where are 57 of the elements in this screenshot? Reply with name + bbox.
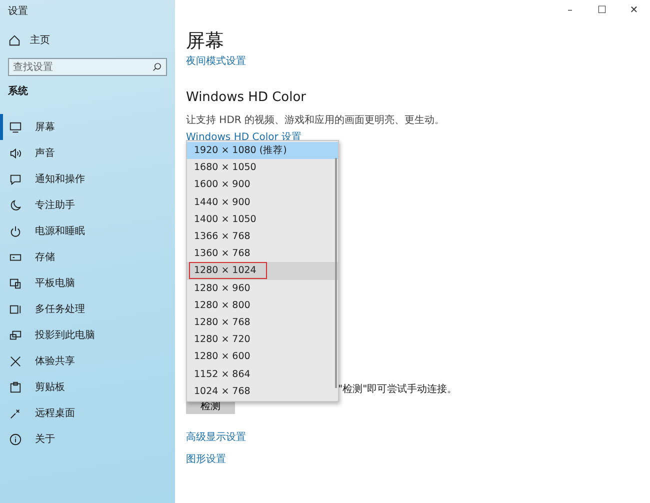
remote-icon	[9, 406, 22, 420]
sidebar-item[interactable]: 专注助手	[0, 192, 175, 218]
clipboard-icon	[9, 380, 22, 394]
power-icon	[9, 224, 22, 238]
sidebar-item[interactable]: 声音	[0, 140, 175, 166]
sidebar-item[interactable]: 存储	[0, 244, 175, 270]
close-button[interactable]: ✕	[618, 0, 650, 20]
cross-icon	[9, 354, 22, 368]
resolution-option[interactable]: 1440 × 900	[187, 194, 338, 211]
speaker-icon	[9, 146, 22, 160]
section-heading: 系统	[7, 84, 29, 99]
maximize-button[interactable]: ☐	[586, 0, 618, 20]
description-text: "检测"即可尝试手动连接。	[338, 384, 458, 395]
resolution-option[interactable]: 1280 × 960	[187, 280, 338, 297]
resolution-option[interactable]: 1280 × 720	[187, 331, 338, 348]
night-light-link[interactable]: 夜间模式设置	[186, 56, 246, 67]
message-icon	[9, 172, 22, 186]
sidebar-item[interactable]: 平板电脑	[0, 270, 175, 296]
resolution-option[interactable]: 1400 × 1050	[187, 210, 338, 228]
resolution-option[interactable]: 1280 × 800	[187, 296, 338, 314]
minimize-button[interactable]: –	[554, 0, 586, 20]
sidebar-item[interactable]: 电源和睡眠	[0, 218, 175, 244]
scrollbar[interactable]	[335, 158, 337, 388]
resolution-option[interactable]: 1600 × 900	[187, 176, 338, 194]
projector-icon	[9, 328, 22, 342]
sidebar-item[interactable]: 剪贴板	[0, 374, 175, 400]
sidebar-item[interactable]: 屏幕	[0, 114, 175, 140]
advanced-display-link[interactable]: 高级显示设置	[186, 432, 246, 443]
home-link[interactable]: 主页	[0, 30, 175, 50]
window-title: 设置	[7, 4, 29, 19]
sidebar-item[interactable]: 多任务处理	[0, 296, 175, 322]
resolution-option[interactable]: 1680 × 1050	[187, 159, 338, 176]
sidebar-item[interactable]: 关于	[0, 426, 175, 452]
search-icon	[152, 62, 162, 72]
description-text: 让支持 HDR 的视频、游戏和应用的画面更明亮、更生动。	[186, 115, 445, 126]
resolution-option[interactable]: 1024 × 768	[187, 382, 338, 400]
resolution-option[interactable]: 1280 × 1024	[187, 262, 338, 280]
sidebar-item[interactable]: 通知和操作	[0, 166, 175, 192]
info-icon	[9, 432, 22, 446]
home-icon	[8, 34, 21, 46]
section-heading: Windows HD Color	[186, 90, 308, 105]
resolution-option[interactable]: 1152 × 864	[187, 365, 338, 383]
sidebar-item[interactable]: 投影到此电脑	[0, 322, 175, 348]
sidebar-item[interactable]: 远程桌面	[0, 400, 175, 426]
sidebar-item[interactable]: 体验共享	[0, 348, 175, 374]
search-field[interactable]: 查找设置	[8, 58, 167, 76]
multitask-icon	[9, 302, 22, 316]
resolution-option[interactable]: 1366 × 768	[187, 228, 338, 246]
resolution-option[interactable]: 1360 × 768	[187, 245, 338, 262]
resolution-option[interactable]: 1920 × 1080 (推荐)	[187, 142, 338, 160]
moon-icon	[9, 198, 22, 212]
monitor-icon	[9, 120, 22, 134]
graphics-settings-link[interactable]: 图形设置	[186, 454, 226, 465]
tablet-icon	[9, 276, 22, 290]
page-title: 屏幕	[186, 29, 225, 54]
resolution-option[interactable]: 1280 × 768	[187, 314, 338, 332]
resolution-option[interactable]: 1280 × 600	[187, 348, 338, 366]
